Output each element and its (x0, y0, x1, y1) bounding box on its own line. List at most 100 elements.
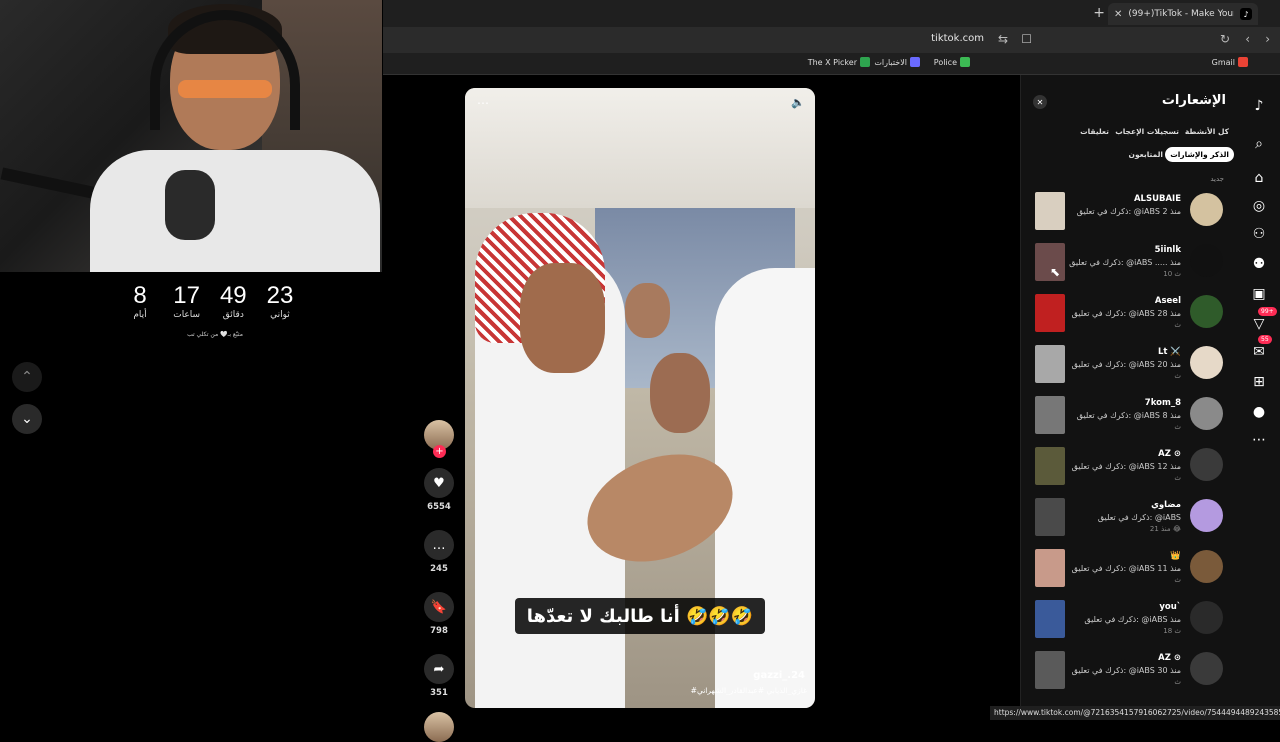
bookmark-icon[interactable]: 🔖 (424, 592, 454, 622)
notification-item[interactable]: 7kom_8 ذكرك في تعليق: @iABS منذ 8 ث (1021, 393, 1238, 444)
notification-text: ذكرك في تعليق: @iABS منذ 28 (1071, 309, 1181, 318)
notification-time: ث (1174, 321, 1181, 329)
video-thumbnail[interactable] (1035, 498, 1065, 536)
forward-icon[interactable]: › (1265, 32, 1270, 46)
bookmark-action[interactable]: 🔖 798 (422, 592, 456, 636)
comment-count: 245 (430, 564, 448, 574)
user-avatar[interactable] (1190, 652, 1223, 685)
more-options-icon[interactable]: ⋯ (477, 96, 489, 110)
following-icon[interactable]: ⚇ (1248, 223, 1270, 245)
close-tab-icon[interactable]: ✕ (1114, 9, 1122, 20)
gmail-icon (1238, 57, 1248, 67)
video-thumbnail[interactable] (1035, 651, 1065, 689)
next-video-button[interactable]: ⌄ (12, 404, 42, 434)
tab-title: (99+)TikTok - Make Your Day (1128, 9, 1234, 19)
notification-username[interactable]: مضاوي (1151, 500, 1181, 510)
notification-item[interactable]: مضاوي ذكرك في تعليق: @iABS منذ 21 😂 (1021, 495, 1238, 546)
notification-username[interactable]: AZ ⊙ (1158, 449, 1181, 459)
tab-all-activity[interactable]: كل الأنشطة (1180, 124, 1234, 139)
more-icon[interactable]: ⋯ (1248, 429, 1270, 451)
comment-icon[interactable]: … (424, 530, 454, 560)
notification-username[interactable]: 5iinlk (1155, 245, 1181, 255)
messages-icon[interactable]: ✉ (1248, 341, 1270, 363)
video-author-handle[interactable]: gazzi_.24 (753, 670, 805, 681)
video-thumbnail[interactable] (1035, 549, 1065, 587)
search-icon[interactable]: ⌕ (1248, 133, 1270, 155)
user-avatar[interactable] (1190, 601, 1223, 634)
bookmark-police[interactable]: Police (934, 57, 970, 67)
tiktok-logo-icon[interactable]: ♪ (1248, 95, 1270, 117)
site-settings-icon[interactable]: ⇆ (998, 32, 1008, 46)
notification-item[interactable]: you` ذكرك في تعليق: @iABS منذ 18 ث (1021, 597, 1238, 648)
share-icon[interactable]: ➦ (424, 654, 454, 684)
notification-text: ذكرك في تعليق: @iABS منذ 20 (1071, 360, 1181, 369)
countdown-minutes: 49 دقائق (213, 282, 253, 320)
reload-icon[interactable]: ↻ (1220, 32, 1230, 46)
comment-action[interactable]: … 245 (422, 530, 456, 574)
live-icon[interactable]: ▣ (1248, 283, 1270, 305)
friends-icon[interactable]: ⚉ (1248, 253, 1270, 275)
tab-comments[interactable]: تعليقات (1075, 124, 1114, 139)
notification-username[interactable]: you` (1159, 602, 1181, 612)
previous-video-button[interactable]: ⌃ (12, 362, 42, 392)
volume-icon[interactable]: 🔈 (791, 96, 805, 109)
upload-icon[interactable]: ⊞ (1248, 371, 1270, 393)
video-player[interactable]: ⋯ 🔈 أنا طالبك لا تعدّها 🤣🤣🤣 gazzi_.24 #غ… (465, 88, 815, 708)
explore-icon[interactable]: ◎ (1248, 195, 1270, 217)
notification-text: ذكرك في تعليق: @iABS منذ 12 (1071, 462, 1181, 471)
notification-time: ث (1174, 372, 1181, 380)
follow-plus-icon[interactable]: + (433, 445, 446, 458)
notification-item[interactable]: Aseel ذكرك في تعليق: @iABS منذ 28 ث (1021, 291, 1238, 342)
video-thumbnail[interactable] (1035, 396, 1065, 434)
notification-item[interactable]: AZ ⊙ ذكرك في تعليق: @iABS منذ 12 ث (1021, 444, 1238, 495)
user-avatar[interactable] (1190, 244, 1223, 277)
bookmark-star-icon[interactable]: ☐ (1021, 32, 1032, 46)
bookmark-gmail[interactable]: Gmail (1212, 57, 1248, 67)
notification-text: ذكرك في تعليق: @iABS منذ 2 (1076, 207, 1181, 216)
inbox-icon[interactable]: ▽ (1248, 313, 1270, 335)
bookmark-tests[interactable]: الاختبارات (874, 57, 920, 67)
notification-item[interactable]: ALSUBAIE ذكرك في تعليق: @iABS منذ 2 (1021, 189, 1238, 240)
notification-item[interactable]: Lt ⚔️ ذكرك في تعليق: @iABS منذ 20 ث (1021, 342, 1238, 393)
author-avatar[interactable]: + (424, 420, 454, 458)
heart-icon[interactable]: ♥ (424, 468, 454, 498)
home-icon[interactable]: ⌂ (1248, 167, 1270, 189)
url-field[interactable]: tiktok.com (931, 33, 984, 44)
video-hashtags[interactable]: #غازي_الذيابي #عبدالقادر_الشهراني (691, 686, 807, 695)
notification-username[interactable]: Lt ⚔️ (1158, 347, 1181, 357)
bookmark-x-picker[interactable]: The X Picker (808, 57, 870, 67)
notification-username[interactable]: 👑 (1170, 551, 1181, 561)
notification-username[interactable]: Aseel (1155, 296, 1181, 306)
user-avatar[interactable] (1190, 193, 1223, 226)
video-thumbnail[interactable] (1035, 345, 1065, 383)
notification-username[interactable]: AZ ⊙ (1158, 653, 1181, 663)
like-action[interactable]: ♥ 6554 (422, 468, 456, 512)
user-avatar[interactable] (1190, 346, 1223, 379)
share-action[interactable]: ➦ 351 (422, 654, 456, 698)
tab-tiktok[interactable]: ✕ (99+)TikTok - Make Your Day ♪ (1108, 3, 1258, 25)
tab-likes[interactable]: تسجيلات الإعجاب (1110, 124, 1184, 139)
back-icon[interactable]: ‹ (1245, 32, 1250, 46)
mouse-cursor-icon: ⬉ (1050, 265, 1061, 279)
user-avatar[interactable] (1190, 295, 1223, 328)
user-avatar[interactable] (1190, 499, 1223, 532)
notification-username[interactable]: ALSUBAIE (1134, 194, 1181, 204)
video-thumbnail[interactable] (1035, 447, 1065, 485)
notification-username[interactable]: 7kom_8 (1145, 398, 1181, 408)
bookmark-label: Police (933, 57, 957, 67)
user-avatar[interactable] (1190, 448, 1223, 481)
user-avatar[interactable] (1190, 550, 1223, 583)
video-thumbnail[interactable] (1035, 192, 1065, 230)
notification-item[interactable]: AZ ⊙ ذكرك في تعليق: @iABS منذ 30 ث (1021, 648, 1238, 699)
user-avatar[interactable] (1190, 397, 1223, 430)
tab-followers[interactable]: المتابعون (1124, 147, 1168, 162)
profile-icon[interactable]: ● (1248, 401, 1270, 423)
notification-item[interactable]: 👑 ذكرك في تعليق: @iABS منذ 11 ث (1021, 546, 1238, 597)
new-tab-button[interactable]: + (1093, 5, 1105, 21)
video-background-person (625, 283, 670, 338)
video-thumbnail[interactable] (1035, 600, 1065, 638)
close-icon[interactable]: ✕ (1033, 95, 1047, 109)
music-disc-avatar[interactable] (424, 712, 454, 742)
tab-mentions[interactable]: الذكر والإشارات (1165, 147, 1234, 162)
video-thumbnail[interactable] (1035, 294, 1065, 332)
